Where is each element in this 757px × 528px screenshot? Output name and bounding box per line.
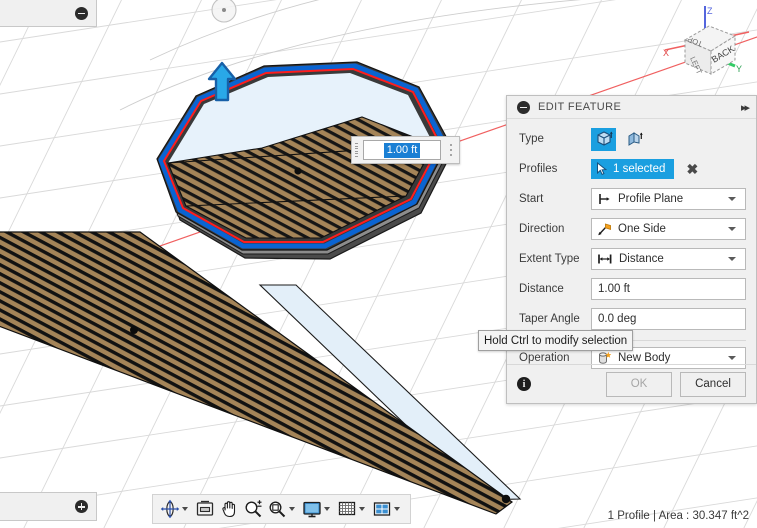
- row-distance: Distance 1.00 ft: [507, 274, 756, 304]
- row-start: Start Profile Plane: [507, 184, 756, 214]
- extent-type-value: Distance: [619, 253, 664, 265]
- browser-panel-collapsed-top[interactable]: [0, 0, 97, 27]
- orbit-icon[interactable]: [158, 496, 193, 522]
- chevron-down-icon[interactable]: [289, 507, 295, 511]
- axis-z-label: Z: [707, 6, 713, 16]
- row-extent-type-label: Extent Type: [519, 253, 580, 265]
- up-arrow-handle-icon[interactable]: [206, 60, 238, 106]
- axis-y-label: Y: [736, 64, 742, 74]
- row-direction-label: Direction: [519, 223, 565, 235]
- zoom-icon[interactable]: [241, 496, 265, 522]
- chevron-down-icon[interactable]: [182, 507, 188, 511]
- row-type: Type: [507, 124, 756, 154]
- new-body-icon: [599, 351, 612, 364]
- start-value: Profile Plane: [618, 193, 684, 205]
- ok-button[interactable]: OK: [606, 371, 672, 397]
- profiles-selection-chip[interactable]: 1 selected: [591, 159, 675, 179]
- chevron-down-icon[interactable]: [324, 507, 330, 511]
- grid-snap-icon[interactable]: [335, 496, 370, 522]
- row-profiles-label: Profiles: [519, 163, 558, 175]
- pan-hand-icon[interactable]: [217, 496, 241, 522]
- row-direction: Direction One Side: [507, 214, 756, 244]
- cancel-button[interactable]: Cancel: [680, 371, 746, 397]
- plus-circle-icon[interactable]: [75, 500, 88, 513]
- row-profiles: Profiles 1 selected ✖: [507, 154, 756, 184]
- distance-input[interactable]: 1.00 ft: [591, 278, 746, 300]
- selection-tooltip: Hold Ctrl to modify selection: [478, 330, 634, 351]
- dialog-footer: i OK Cancel: [507, 364, 756, 403]
- status-bar-text: 1 Profile | Area : 30.347 ft^2: [607, 510, 749, 522]
- chevron-down-icon[interactable]: [728, 257, 736, 261]
- dimension-input-value: 1.00 ft: [383, 142, 421, 158]
- viewports-icon[interactable]: [370, 496, 405, 522]
- fusion-360-window: Z X Y TOP LEFT BACK 1.00 ft EDIT FEATURE…: [0, 0, 757, 528]
- minus-circle-icon[interactable]: [517, 100, 530, 114]
- chevron-down-icon[interactable]: [728, 356, 736, 360]
- profiles-chip-text: 1 selected: [613, 163, 666, 175]
- thin-extrude-icon[interactable]: [622, 128, 647, 151]
- taper-angle-input[interactable]: 0.0 deg: [591, 308, 746, 330]
- viewcube[interactable]: Z X Y TOP LEFT BACK: [659, 0, 755, 90]
- distance-arrows-icon: [598, 254, 612, 264]
- direction-dropdown[interactable]: One Side: [591, 218, 746, 240]
- start-dropdown[interactable]: Profile Plane: [591, 188, 746, 210]
- extent-type-dropdown[interactable]: Distance: [591, 248, 746, 270]
- row-extent-type: Extent Type Distance: [507, 244, 756, 274]
- look-at-icon[interactable]: [193, 496, 217, 522]
- solid-extrude-icon[interactable]: [591, 127, 616, 151]
- sketch-center-point: [294, 167, 302, 175]
- fit-view-icon[interactable]: [265, 496, 300, 522]
- display-settings-icon[interactable]: [300, 496, 335, 522]
- edit-feature-dialog[interactable]: EDIT FEATURE ▸▸ Type Profiles 1 selected…: [506, 95, 757, 404]
- dialog-title: EDIT FEATURE: [538, 101, 622, 113]
- row-type-label: Type: [519, 133, 544, 145]
- cursor-arrow-icon: [597, 162, 608, 176]
- info-icon[interactable]: i: [517, 377, 531, 391]
- one-side-flag-icon: [598, 223, 611, 236]
- chevron-down-icon[interactable]: [728, 197, 736, 201]
- direction-value: One Side: [618, 223, 666, 235]
- row-start-label: Start: [519, 193, 544, 205]
- three-dots-menu-icon[interactable]: [443, 138, 459, 162]
- chevron-down-icon[interactable]: [359, 507, 365, 511]
- dialog-titlebar[interactable]: EDIT FEATURE ▸▸: [507, 96, 756, 119]
- browser-panel-collapsed-bottom[interactable]: [0, 492, 97, 521]
- row-taper-angle-label: Taper Angle: [519, 313, 580, 325]
- dimension-input[interactable]: 1.00 ft: [363, 140, 441, 160]
- row-operation-label: Operation: [519, 352, 570, 364]
- chevron-down-icon[interactable]: [394, 507, 400, 511]
- profile-plane-icon: [599, 194, 610, 204]
- navigation-toolbar[interactable]: [152, 494, 411, 524]
- minus-circle-icon[interactable]: [75, 6, 88, 20]
- close-x-icon[interactable]: ✖: [686, 162, 698, 176]
- walkway-deck-body: [0, 231, 522, 515]
- axis-x-label: X: [663, 48, 669, 58]
- chevron-down-icon[interactable]: [728, 227, 736, 231]
- operation-value: New Body: [618, 352, 671, 364]
- drag-grip-icon[interactable]: [352, 138, 361, 162]
- row-distance-label: Distance: [519, 283, 564, 295]
- double-chevron-right-icon[interactable]: ▸▸: [741, 101, 750, 114]
- dimension-input-widget[interactable]: 1.00 ft: [351, 136, 460, 164]
